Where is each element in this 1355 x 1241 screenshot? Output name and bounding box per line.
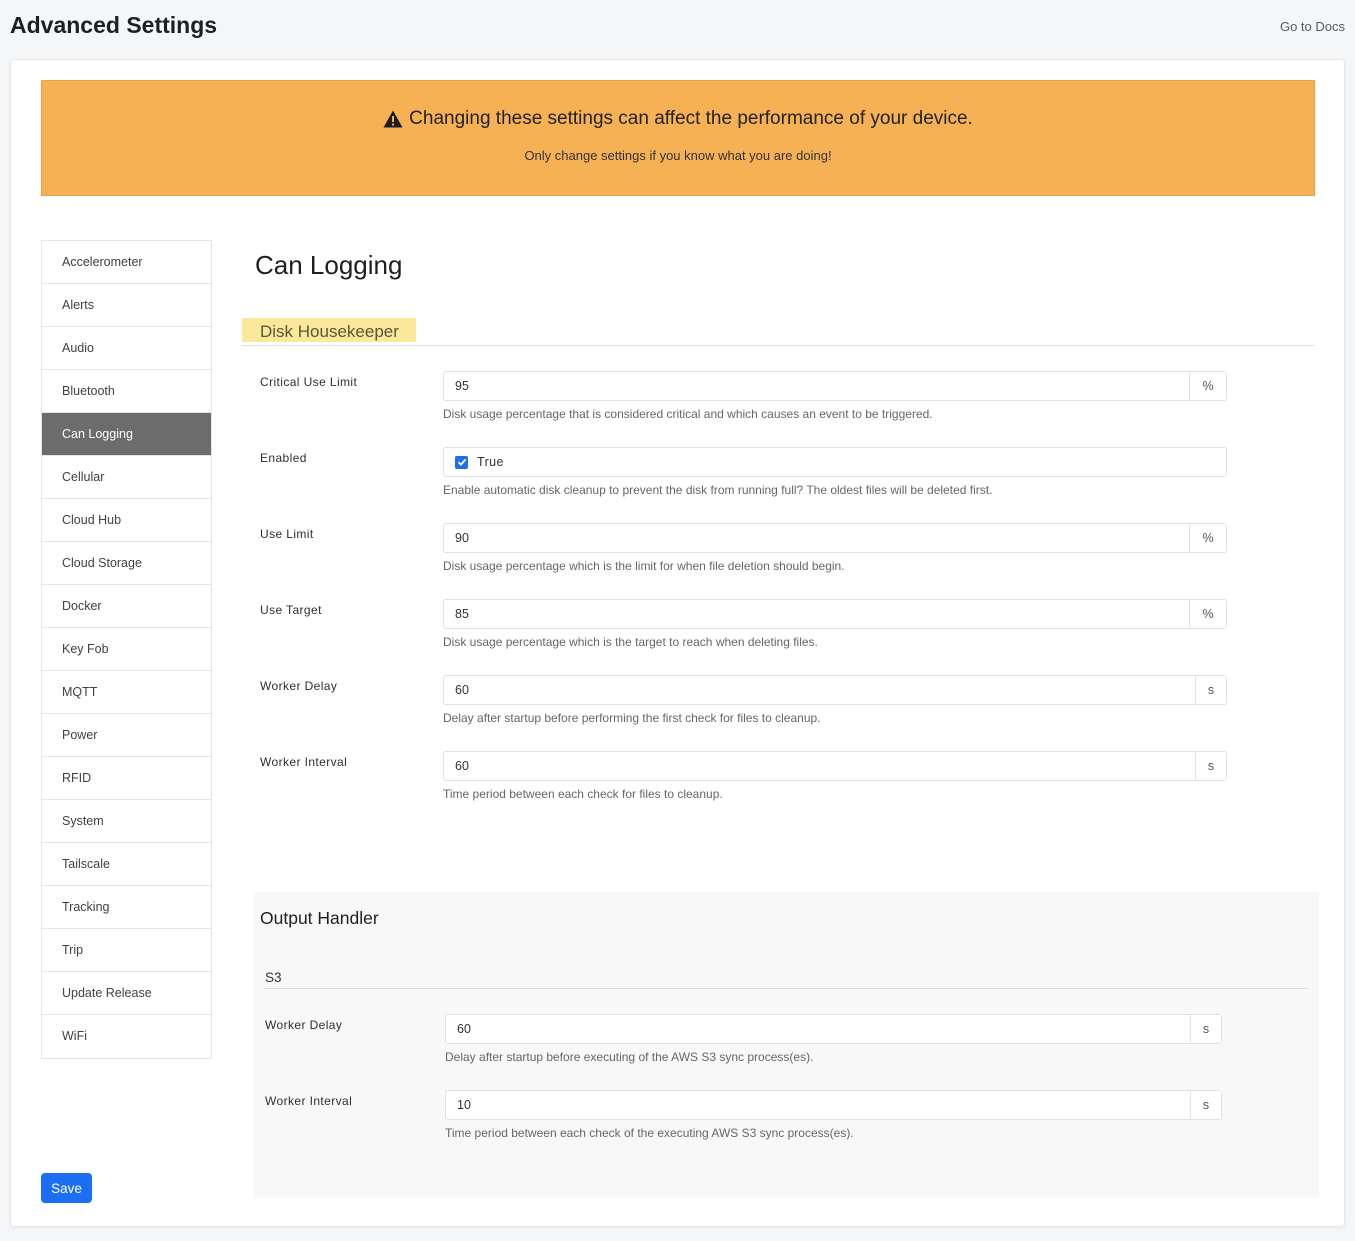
sidebar-item-system[interactable]: System [42, 800, 211, 843]
sidebar-item-bluetooth[interactable]: Bluetooth [42, 370, 211, 413]
sidebar-item-accelerometer[interactable]: Accelerometer [42, 241, 211, 284]
unit-addon: s [1195, 752, 1226, 780]
sidebar-item-cellular[interactable]: Cellular [42, 456, 211, 499]
field-label: Use Target [260, 603, 322, 617]
go-to-docs-link[interactable]: Go to Docs [1280, 19, 1345, 34]
field-value[interactable]: 10 [446, 1091, 1190, 1119]
critical-use-limit-input[interactable]: 95 % [443, 371, 1227, 401]
output-handler-panel: Output Handler S3 Worker Delay 60 s Dela… [254, 892, 1319, 1198]
field-help: Delay after startup before executing of … [445, 1050, 814, 1064]
worker-delay-input[interactable]: 60 s [443, 675, 1227, 705]
field-label: Use Limit [260, 527, 314, 541]
field-value[interactable]: 90 [444, 524, 1189, 552]
worker-interval-input[interactable]: 60 s [443, 751, 1227, 781]
field-label: Worker Interval [265, 1094, 353, 1108]
sidebar-item-docker[interactable]: Docker [42, 585, 211, 628]
sidebar-item-cloud-storage[interactable]: Cloud Storage [42, 542, 211, 585]
sidebar-item-can-logging[interactable]: Can Logging [42, 413, 211, 456]
field-label: Critical Use Limit [260, 375, 358, 389]
sidebar-item-tracking[interactable]: Tracking [42, 886, 211, 929]
warning-banner: Changing these settings can affect the p… [41, 80, 1315, 196]
use-target-input[interactable]: 85 % [443, 599, 1227, 629]
field-help: Delay after startup before performing th… [443, 711, 821, 725]
field-help: Time period between each check of the ex… [445, 1126, 854, 1140]
warning-title: Changing these settings can affect the p… [409, 108, 973, 129]
page-title: Advanced Settings [10, 12, 218, 38]
sidebar-item-key-fob[interactable]: Key Fob [42, 628, 211, 671]
field-value[interactable]: 95 [444, 372, 1189, 400]
field-value[interactable]: 60 [444, 752, 1195, 780]
field-help: Enable automatic disk cleanup to prevent… [443, 483, 993, 497]
enabled-checkbox[interactable] [455, 455, 468, 469]
warning-subtitle: Only change settings if you know what yo… [524, 148, 832, 163]
settings-card: Changing these settings can affect the p… [10, 59, 1345, 1227]
field-value[interactable]: 85 [444, 600, 1189, 628]
s3-worker-delay-input[interactable]: 60 s [445, 1014, 1222, 1044]
output-handler-heading: Output Handler [260, 908, 379, 928]
field-label: Worker Delay [265, 1018, 343, 1032]
sidebar-item-trip[interactable]: Trip [42, 929, 211, 972]
disk-housekeeper-heading: Disk Housekeeper [260, 322, 399, 341]
section-title: Can Logging [255, 250, 403, 280]
sidebar-item-tailscale[interactable]: Tailscale [42, 843, 211, 886]
sidebar-item-rfid[interactable]: RFID [42, 757, 211, 800]
sidebar-item-update-release[interactable]: Update Release [42, 972, 211, 1015]
field-label: Worker Delay [260, 679, 338, 693]
settings-sidebar: Accelerometer Alerts Audio Bluetooth Can… [41, 240, 212, 1059]
field-help: Time period between each check for files… [443, 787, 723, 801]
s3-worker-interval-input[interactable]: 10 s [445, 1090, 1222, 1120]
unit-addon: s [1195, 676, 1226, 704]
field-label: Worker Interval [260, 755, 348, 769]
field-value[interactable]: 60 [444, 676, 1195, 704]
sidebar-item-mqtt[interactable]: MQTT [42, 671, 211, 714]
enabled-checkbox-field[interactable]: True [443, 447, 1227, 477]
field-label: Enabled [260, 451, 307, 465]
sidebar-item-power[interactable]: Power [42, 714, 211, 757]
checkmark-icon [457, 458, 466, 466]
unit-addon: % [1189, 524, 1226, 552]
unit-addon: s [1190, 1015, 1221, 1043]
use-limit-input[interactable]: 90 % [443, 523, 1227, 553]
unit-addon: % [1189, 600, 1226, 628]
disk-housekeeper-header: Disk Housekeeper [242, 318, 1314, 346]
field-help: Disk usage percentage which is the targe… [443, 635, 818, 649]
save-button[interactable]: Save [41, 1173, 92, 1203]
checkbox-label: True [477, 455, 504, 469]
unit-addon: % [1189, 372, 1226, 400]
field-value[interactable]: 60 [446, 1015, 1190, 1043]
sidebar-item-audio[interactable]: Audio [42, 327, 211, 370]
sidebar-item-alerts[interactable]: Alerts [42, 284, 211, 327]
sidebar-item-wifi[interactable]: WiFi [42, 1015, 211, 1058]
s3-subheading: S3 [265, 970, 282, 985]
warning-triangle-icon [383, 110, 403, 128]
unit-addon: s [1190, 1091, 1221, 1119]
field-help: Disk usage percentage which is the limit… [443, 559, 845, 573]
divider [264, 988, 1309, 989]
field-help: Disk usage percentage that is considered… [443, 407, 933, 421]
sidebar-item-cloud-hub[interactable]: Cloud Hub [42, 499, 211, 542]
